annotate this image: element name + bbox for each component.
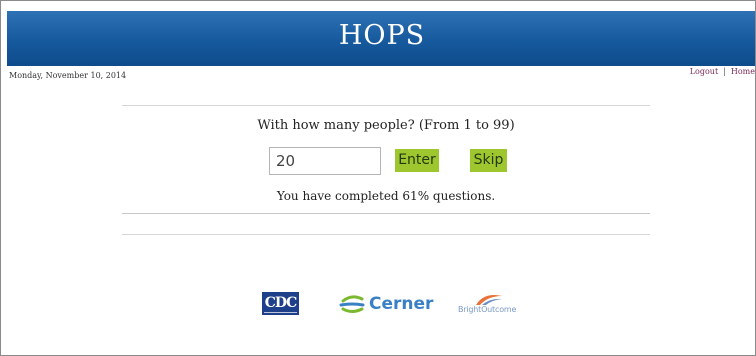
top-links: Logout | Home bbox=[690, 67, 755, 76]
progress-text: You have completed 61% questions. bbox=[276, 189, 496, 203]
app-title: HOPS bbox=[338, 20, 426, 51]
link-separator: | bbox=[723, 67, 726, 76]
app-header: HOPS bbox=[7, 11, 755, 66]
cerner-wordmark: Cerner bbox=[369, 294, 434, 314]
cerner-logo: Cerner bbox=[339, 291, 433, 317]
page-frame: HOPS Monday, November 10, 2014 Logout | Ho… bbox=[0, 0, 756, 356]
logout-link[interactable]: Logout bbox=[690, 67, 718, 76]
brightoutcome-wordmark: BrightOutcome bbox=[458, 305, 517, 314]
cerner-mark-icon bbox=[339, 295, 365, 313]
current-date: Monday, November 10, 2014 bbox=[9, 71, 127, 80]
divider-top bbox=[122, 105, 650, 106]
brightoutcome-logo: BrightOutcome bbox=[458, 292, 528, 322]
skip-button[interactable]: Skip bbox=[470, 149, 507, 172]
home-link[interactable]: Home bbox=[731, 67, 755, 76]
divider-middle bbox=[122, 213, 650, 214]
answer-input[interactable] bbox=[269, 147, 381, 175]
question-text: With how many people? (From 1 to 99) bbox=[257, 118, 515, 133]
divider-bottom bbox=[122, 234, 650, 235]
enter-button[interactable]: Enter bbox=[395, 149, 439, 172]
brightoutcome-swoosh-icon bbox=[476, 295, 502, 305]
cdc-logo: CDC bbox=[262, 292, 299, 315]
